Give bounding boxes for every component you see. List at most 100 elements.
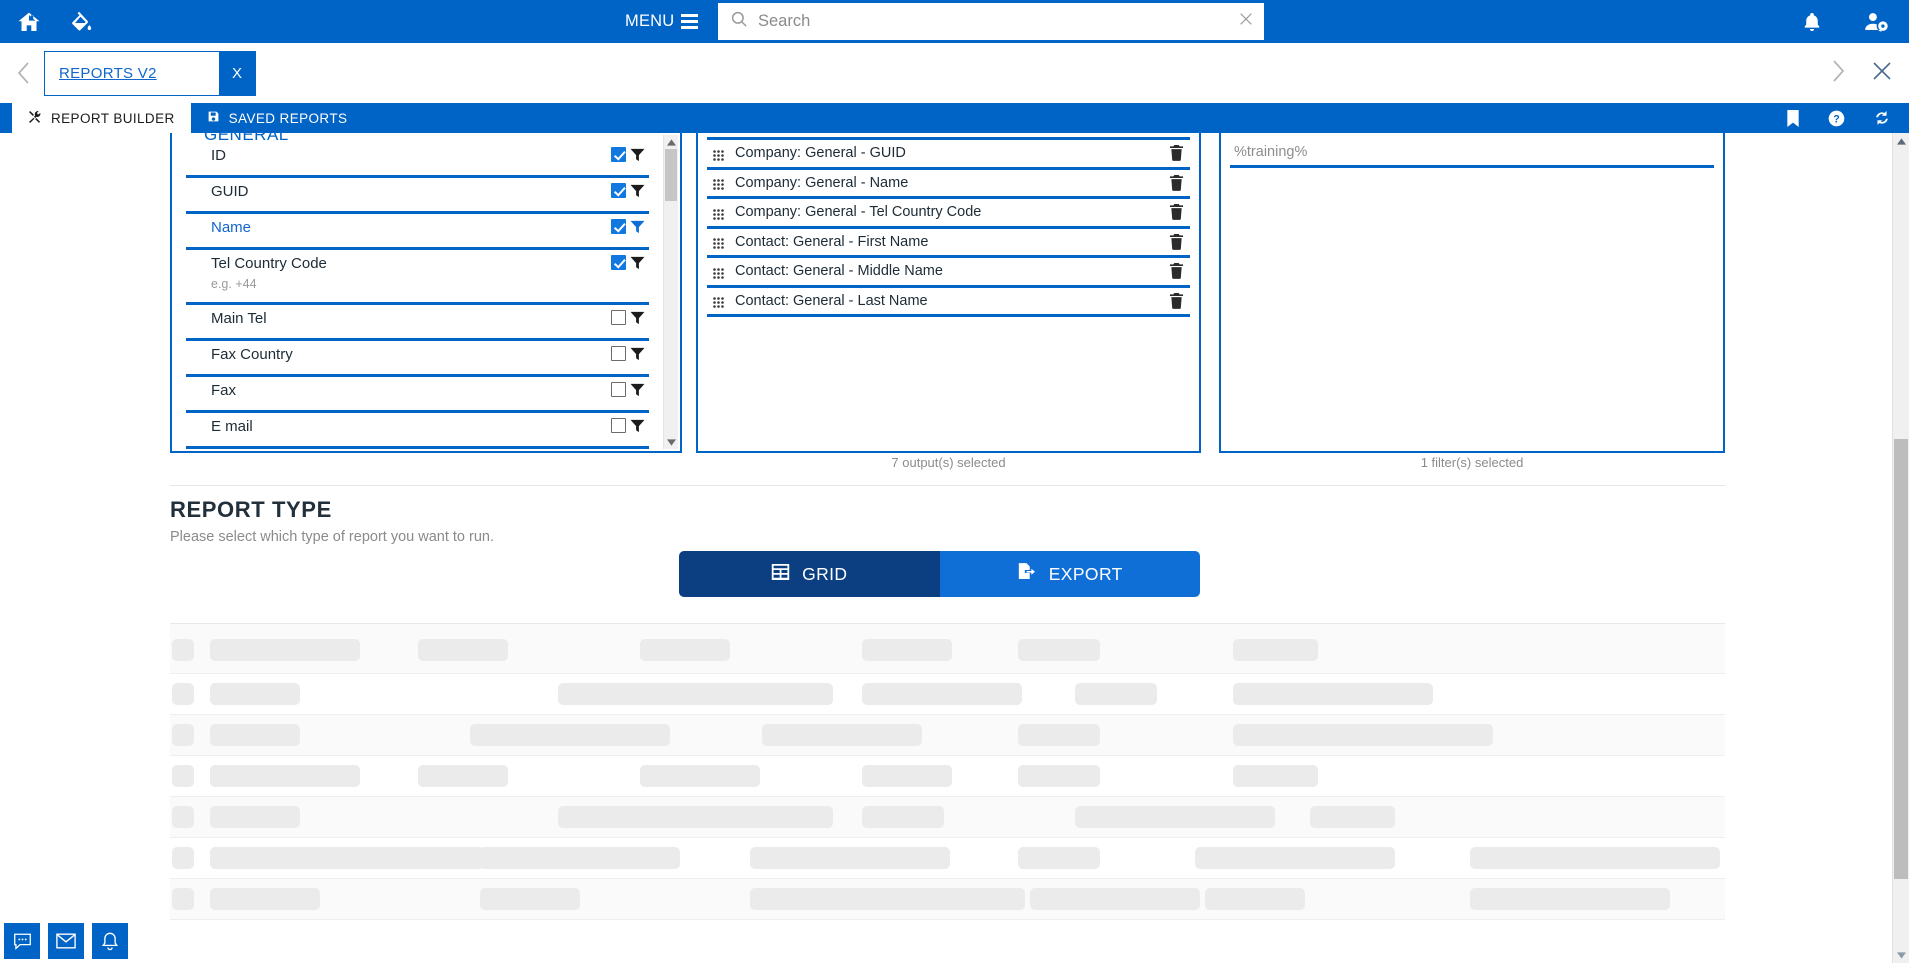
delete-icon[interactable] [1169, 292, 1184, 309]
search-input[interactable] [758, 12, 1238, 31]
report-type-grid-button[interactable]: GRID [679, 551, 940, 597]
filter-value[interactable]: %training% [1234, 144, 1307, 160]
chevron-left-icon[interactable] [8, 57, 40, 89]
drag-handle-icon[interactable] [713, 207, 724, 220]
field-filter-icon[interactable] [630, 220, 645, 234]
field-row[interactable]: Tel Country Code e.g. +44 [186, 250, 649, 305]
field-checkbox[interactable] [611, 147, 626, 162]
field-row[interactable]: Name [186, 214, 649, 250]
field-row[interactable]: Fax [186, 377, 649, 413]
field-checkbox[interactable] [611, 382, 626, 397]
output-label: Contact: General - Middle Name [735, 263, 943, 280]
fields-group-header[interactable]: GENERAL [186, 133, 649, 142]
global-search[interactable] [718, 3, 1264, 40]
outputs-list[interactable]: Company: General - GUID Company: General… [698, 133, 1199, 451]
drag-handle-icon[interactable] [713, 148, 724, 161]
fields-list[interactable]: GENERAL ID GUID Name [172, 133, 663, 451]
page-scroll-up-arrow-icon[interactable] [1893, 133, 1909, 149]
help-icon[interactable]: ? [1828, 110, 1845, 127]
skeleton-cell [172, 724, 194, 746]
skeleton-cell [558, 683, 833, 705]
output-label: Contact: General - Last Name [735, 292, 928, 309]
field-filter-icon[interactable] [630, 184, 645, 198]
fields-scrollbar-thumb[interactable] [665, 149, 677, 201]
delete-icon[interactable] [1169, 263, 1184, 280]
field-checkbox[interactable] [611, 183, 626, 198]
scroll-up-arrow-icon[interactable] [664, 135, 678, 149]
table-row [170, 715, 1725, 756]
field-controls [611, 382, 649, 397]
skeleton-cell [1018, 765, 1100, 787]
chevron-right-icon[interactable] [1829, 58, 1847, 89]
field-row[interactable]: Main Tel [186, 305, 649, 341]
skeleton-cell [1018, 724, 1100, 746]
output-row[interactable]: Company: General - Name [707, 170, 1190, 199]
field-hint: e.g. +44 [211, 277, 257, 291]
skeleton-cell [1310, 806, 1395, 828]
field-checkbox[interactable] [611, 219, 626, 234]
report-type-export-button[interactable]: EXPORT [939, 551, 1200, 597]
user-settings-icon[interactable] [1861, 7, 1891, 37]
tab-report-builder[interactable]: REPORT BUILDER [12, 103, 191, 133]
field-checkbox[interactable] [611, 418, 626, 433]
field-row[interactable]: Fax Country [186, 341, 649, 377]
output-row[interactable]: Contact: General - Middle Name [707, 258, 1190, 288]
field-checkbox[interactable] [611, 310, 626, 325]
bookmark-icon[interactable] [1786, 109, 1800, 127]
document-tab-label[interactable]: REPORTS V2 [45, 52, 219, 95]
bell-icon[interactable] [1797, 7, 1827, 37]
filter-row[interactable]: %training% [1230, 140, 1714, 168]
tab-saved-reports[interactable]: SAVED REPORTS [191, 103, 364, 133]
field-controls [611, 310, 649, 325]
field-row[interactable]: GUID [186, 178, 649, 214]
drag-handle-icon[interactable] [713, 236, 724, 250]
outputs-caption: 7 output(s) selected [891, 455, 1006, 470]
field-controls [611, 346, 649, 361]
filters-list[interactable]: %training% [1221, 133, 1723, 451]
output-row[interactable]: Contact: General - First Name [707, 229, 1190, 258]
delete-icon[interactable] [1169, 145, 1184, 162]
field-row[interactable]: E mail [186, 413, 649, 449]
field-filter-icon[interactable] [630, 256, 645, 270]
chat-icon[interactable] [4, 923, 40, 959]
skeleton-cell [1233, 765, 1318, 787]
drag-handle-icon[interactable] [713, 177, 724, 191]
output-row[interactable]: Contact: General - Last Name [707, 288, 1190, 317]
field-filter-icon[interactable] [630, 383, 645, 397]
page-scrollbar-thumb[interactable] [1894, 439, 1908, 879]
bell-icon[interactable] [92, 923, 128, 959]
menu-button[interactable]: MENU [625, 0, 699, 43]
main-content: GENERAL ID GUID Name [0, 133, 1909, 963]
refresh-icon[interactable] [1873, 109, 1891, 127]
tab-report-builder-label: REPORT BUILDER [51, 110, 175, 126]
output-row[interactable]: Company: General - GUID [707, 140, 1190, 170]
drag-handle-icon[interactable] [713, 295, 724, 309]
field-filter-icon[interactable] [630, 347, 645, 361]
skeleton-cell [640, 639, 730, 661]
drag-handle-icon[interactable] [713, 266, 724, 279]
field-checkbox[interactable] [611, 346, 626, 361]
mail-icon[interactable] [48, 923, 84, 959]
output-row[interactable]: Company: General - Tel Country Code [707, 199, 1190, 229]
document-tab-close-button[interactable]: X [219, 51, 255, 95]
field-filter-icon[interactable] [630, 311, 645, 325]
page-scroll-down-arrow-icon[interactable] [1893, 947, 1909, 963]
skeleton-cell [1233, 724, 1493, 746]
page-scrollbar[interactable] [1892, 133, 1909, 963]
scroll-down-arrow-icon[interactable] [664, 435, 678, 449]
skeleton-cell [862, 639, 952, 661]
delete-icon[interactable] [1169, 174, 1184, 191]
clear-search-icon[interactable] [1238, 11, 1254, 32]
field-checkbox[interactable] [611, 255, 626, 270]
close-icon[interactable] [1871, 60, 1893, 87]
fields-panel-scrollbar[interactable] [663, 135, 678, 449]
field-filter-icon[interactable] [630, 148, 645, 162]
field-label: ID [211, 147, 226, 164]
delete-icon[interactable] [1169, 204, 1184, 221]
delete-icon[interactable] [1169, 233, 1184, 250]
home-icon[interactable] [14, 7, 44, 37]
document-tab[interactable]: REPORTS V2 X [44, 50, 256, 96]
field-filter-icon[interactable] [630, 419, 645, 433]
paint-bucket-icon[interactable] [66, 7, 96, 37]
field-row[interactable]: ID [186, 142, 649, 178]
